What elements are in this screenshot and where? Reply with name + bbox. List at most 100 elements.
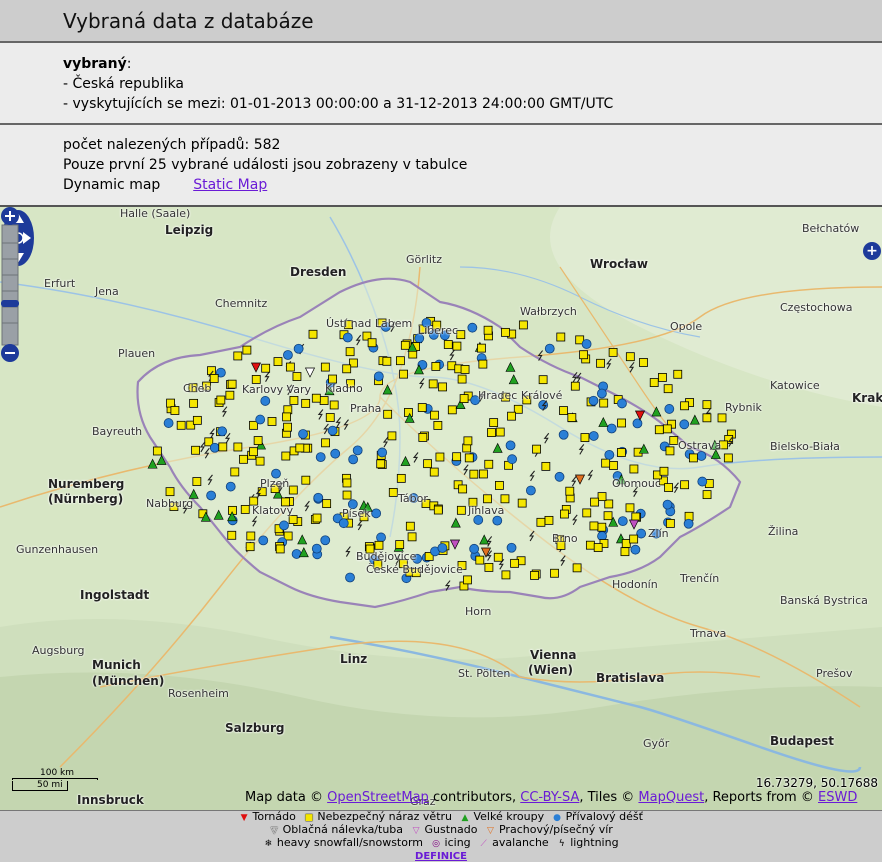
heavy-rain-marker[interactable] [283,350,293,360]
wind-gust-marker[interactable] [289,396,299,405]
cc-by-sa-link[interactable]: CC-BY-SA [520,790,579,805]
wind-gust-marker[interactable] [464,453,474,463]
wind-gust-marker[interactable] [469,469,479,479]
wind-gust-marker[interactable] [285,362,295,372]
wind-gust-marker[interactable] [329,400,339,410]
wind-gust-marker[interactable] [593,543,603,552]
heavy-rain-marker[interactable] [293,343,304,354]
heavy-rain-marker[interactable] [506,542,517,553]
heavy-rain-marker[interactable] [467,322,478,333]
heavy-rain-marker[interactable] [225,481,236,492]
heavy-rain-marker[interactable] [662,499,673,510]
wind-gust-marker[interactable] [325,413,335,422]
wind-gust-marker[interactable] [345,347,355,357]
wind-gust-marker[interactable] [233,351,243,361]
wind-gust-marker[interactable] [597,522,607,532]
wind-gust-marker[interactable] [218,442,228,452]
wind-gust-marker[interactable] [560,509,569,519]
wind-gust-marker[interactable] [275,544,285,554]
wind-gust-marker[interactable] [680,480,690,490]
heavy-rain-marker[interactable] [217,426,228,437]
wind-gust-marker[interactable] [374,540,384,550]
wind-gust-marker[interactable] [629,464,639,474]
heavy-rain-marker[interactable] [588,395,599,406]
heavy-rain-marker[interactable] [558,429,569,440]
wind-gust-marker[interactable] [192,415,202,425]
heavy-rain-marker[interactable] [606,423,617,434]
wind-gust-marker[interactable] [478,359,488,369]
eswd-link[interactable]: ESWD [818,790,857,805]
wind-gust-marker[interactable] [281,451,291,461]
wind-gust-marker[interactable] [405,521,415,531]
static-map-link[interactable]: Static Map [193,177,267,193]
wind-gust-marker[interactable] [617,418,626,428]
heavy-rain-marker[interactable] [505,440,516,451]
wind-gust-marker[interactable] [673,369,683,379]
wind-gust-marker[interactable] [616,448,626,457]
heavy-rain-marker[interactable] [352,445,363,456]
zoom-control[interactable] [0,207,20,363]
wind-gust-marker[interactable] [572,563,582,573]
wind-gust-marker[interactable] [702,413,712,423]
wind-gust-marker[interactable] [559,406,568,415]
wind-gust-marker[interactable] [423,459,433,469]
wind-gust-marker[interactable] [342,490,352,500]
wind-gust-marker[interactable] [484,459,494,469]
wind-gust-marker[interactable] [475,555,485,565]
heavy-rain-marker[interactable] [525,485,536,496]
wind-gust-marker[interactable] [688,453,698,463]
wind-gust-marker[interactable] [438,382,447,392]
wind-gust-marker[interactable] [165,487,175,497]
wind-gust-marker[interactable] [321,438,330,448]
wind-gust-marker[interactable] [407,532,417,542]
wind-gust-marker[interactable] [596,358,605,368]
heavy-rain-marker[interactable] [492,515,503,526]
wind-gust-marker[interactable] [431,362,441,371]
wind-gust-marker[interactable] [376,459,386,469]
wind-gust-marker[interactable] [245,542,255,552]
wind-gust-marker[interactable] [418,433,428,442]
wind-gust-marker[interactable] [649,378,659,387]
heavy-rain-marker[interactable] [630,544,641,555]
wind-gust-marker[interactable] [603,511,613,521]
wind-gust-marker[interactable] [246,531,256,541]
wind-gust-marker[interactable] [579,350,588,360]
wind-gust-marker[interactable] [483,494,492,504]
wind-gust-marker[interactable] [669,436,679,445]
wind-gust-marker[interactable] [433,421,443,430]
heavy-rain-marker[interactable] [617,516,628,527]
heavy-rain-marker[interactable] [469,543,480,554]
heavy-rain-marker[interactable] [348,454,359,465]
wind-gust-marker[interactable] [170,406,180,415]
wind-gust-marker[interactable] [570,381,580,391]
wind-gust-marker[interactable] [301,398,311,408]
wind-gust-marker[interactable] [459,394,469,403]
wind-gust-marker[interactable] [495,481,504,490]
wind-gust-marker[interactable] [663,384,673,394]
heavy-rain-marker[interactable] [437,543,448,553]
wind-gust-marker[interactable] [273,357,283,366]
wind-gust-marker[interactable] [518,320,528,330]
wind-gust-marker[interactable] [530,571,539,580]
heavy-rain-marker[interactable] [298,429,308,439]
wind-gust-marker[interactable] [396,473,406,483]
wind-gust-marker[interactable] [597,492,607,502]
heavy-rain-marker[interactable] [679,419,690,430]
wind-gust-marker[interactable] [249,447,258,457]
wind-gust-marker[interactable] [242,345,252,355]
heavy-rain-marker[interactable] [371,508,382,519]
wind-gust-marker[interactable] [447,405,457,415]
heavy-rain-marker[interactable] [255,414,266,425]
wind-gust-marker[interactable] [517,498,527,508]
wind-gust-marker[interactable] [580,433,590,442]
wind-gust-marker[interactable] [621,539,631,548]
openstreetmap-link[interactable]: OpenStreetMap [327,790,429,805]
heavy-rain-marker[interactable] [581,339,592,349]
wind-gust-marker[interactable] [463,436,473,446]
wind-gust-marker[interactable] [589,521,599,531]
wind-gust-marker[interactable] [191,445,200,455]
wind-gust-marker[interactable] [383,409,393,419]
wind-gust-marker[interactable] [387,431,397,441]
heavy-rain-marker[interactable] [617,398,627,409]
wind-gust-marker[interactable] [625,503,635,513]
